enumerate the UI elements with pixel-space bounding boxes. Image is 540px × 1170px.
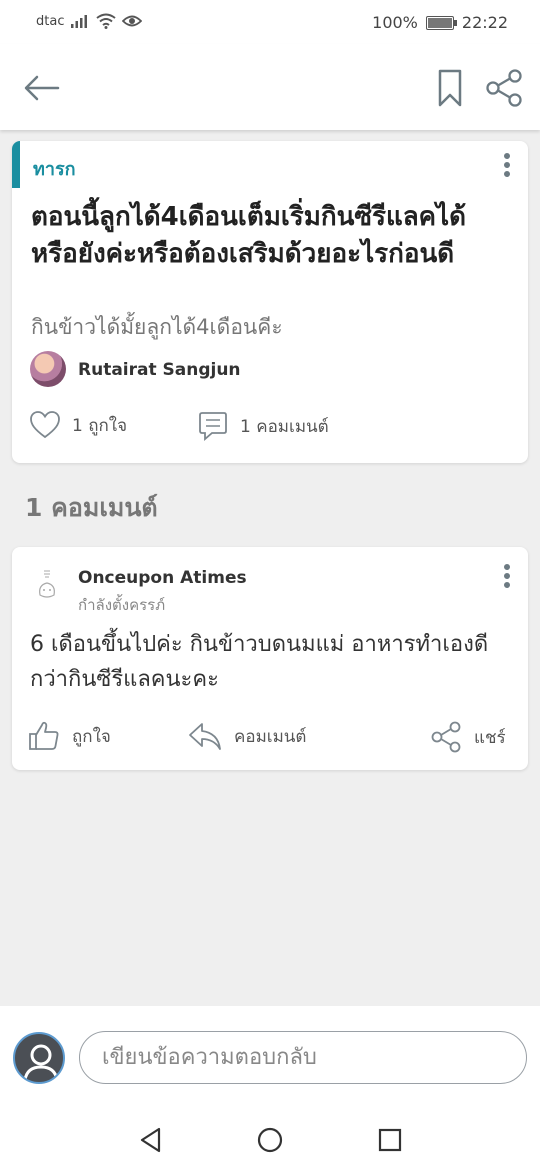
comment-card: Onceupon Atimes กำลังตั้งครรภ์ 6 เดือนขึ… (12, 547, 528, 770)
wifi-icon (96, 13, 117, 29)
category-accent (12, 141, 20, 188)
post-title: ตอนนี้ลูกได้4เดือนเต็มเริ่มกินซีรีแลคได้… (31, 202, 467, 269)
reply-arrow-icon (189, 723, 221, 750)
comment-reply-button[interactable]: คอมเมนต์ (188, 721, 306, 751)
author-name[interactable]: Rutairat Sangjun (78, 360, 241, 380)
bookmark-icon[interactable] (436, 68, 464, 108)
eye-icon (122, 15, 143, 27)
back-arrow-icon[interactable] (22, 70, 62, 106)
back-triangle-icon[interactable] (137, 1126, 165, 1154)
share-icon[interactable] (484, 68, 524, 108)
status-right: 100% 22:22 (372, 13, 508, 32)
post-card: ทารก ตอนนี้ลูกได้4เดือนเต็มเริ่มกินซีรีแ… (12, 141, 528, 463)
battery-icon (425, 15, 457, 30)
comment-button[interactable]: 1 คอมเมนต์ (198, 411, 329, 441)
commenter-name[interactable]: Onceupon Atimes (78, 568, 247, 588)
clock: 22:22 (461, 13, 508, 32)
post-actions: 1 ถูกใจ 1 คอมเมนต์ (30, 411, 510, 445)
comment-actions: ถูกใจ คอมเมนต์ แชร์ (28, 721, 516, 755)
post-more-menu-icon[interactable] (497, 153, 517, 183)
battery-percent: 100% (372, 13, 418, 32)
signal-icon (71, 15, 88, 28)
reply-bar (0, 1006, 540, 1110)
author-avatar[interactable] (30, 351, 66, 387)
like-button[interactable]: 1 ถูกใจ (30, 411, 127, 439)
reply-input[interactable] (79, 1031, 527, 1084)
thumbs-up-icon (29, 721, 59, 750)
commenter-avatar[interactable] (32, 565, 62, 603)
comment-more-menu-icon[interactable] (497, 564, 517, 594)
comment-count-label: 1 คอมเมนต์ (240, 416, 329, 437)
comment-text: 6 เดือนขึ้นไปค่ะ กินข้าวบดนมแม่ อาหารทำเ… (30, 632, 489, 692)
share-icon (431, 721, 461, 753)
comment-like-button[interactable]: ถูกใจ (28, 721, 111, 751)
comment-like-label: ถูกใจ (72, 726, 111, 747)
comment-share-label: แชร์ (474, 727, 506, 748)
post-body: กินข้าวได้มั้ยลูกได้4เดือนคีะ (31, 315, 283, 339)
recents-square-icon[interactable] (376, 1126, 404, 1154)
user-avatar-icon (13, 1032, 65, 1084)
heart-icon (30, 411, 60, 439)
system-nav-bar (0, 1110, 540, 1170)
status-left: dtac (36, 13, 143, 29)
post-category[interactable]: ทารก (33, 154, 76, 183)
carrier-label: dtac (36, 13, 65, 29)
comment-share-button[interactable]: แชร์ (430, 721, 506, 753)
home-circle-icon[interactable] (256, 1126, 284, 1154)
commenter-status: กำลังตั้งครรภ์ (78, 596, 166, 614)
app-bar (0, 44, 540, 130)
comments-heading: 1 คอมเมนต์ (25, 493, 158, 522)
comment-reply-label: คอมเมนต์ (234, 726, 307, 747)
comment-bubble-icon (199, 412, 227, 441)
like-count-label: 1 ถูกใจ (72, 415, 128, 436)
status-bar: dtac 100% 22:22 (0, 0, 540, 44)
